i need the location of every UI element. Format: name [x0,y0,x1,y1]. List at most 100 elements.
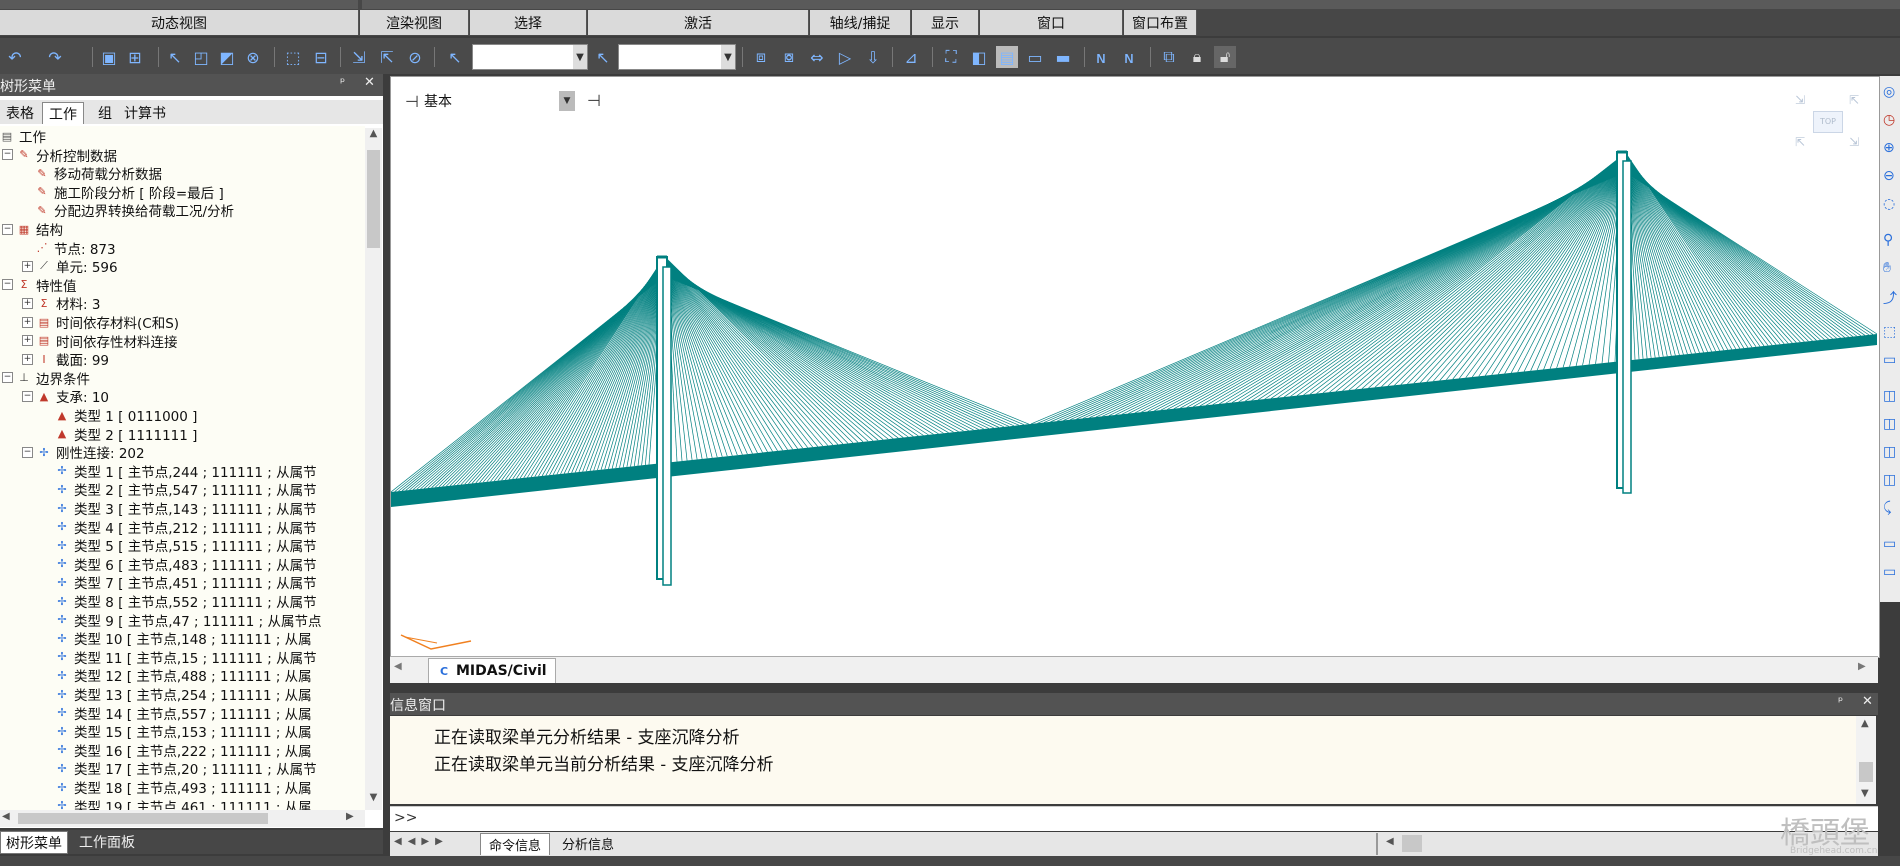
view-front-icon[interactable]: ⬚ [1883,324,1896,340]
tree-node[interactable]: ✎ 分配边界转换给荷载工况/分析 [22,201,234,221]
ribbon-group-window[interactable]: 窗口 [980,10,1123,35]
tree-horizontal-scrollbar[interactable]: ◀ ▶ [0,810,365,827]
tree-node[interactable]: ✢ 类型 6 [ 主节点,483 ; 111111 ; 从属节 [42,555,316,574]
tree-node[interactable]: + ⟋ 单元: 596 [22,257,118,276]
tree-node[interactable]: + ▤ 时间依存性材料连接 [22,332,178,351]
zoom-in-icon[interactable]: ⊕ [1883,140,1895,156]
scroll-right-icon[interactable]: ▶ [346,811,354,822]
scroll-down-icon[interactable]: ▼ [1861,788,1869,799]
tree-node[interactable]: ✢ 类型 15 [ 主节点,153 ; 111111 ; 从属 [42,722,311,742]
tree-node[interactable]: ✢ 类型 13 [ 主节点,254 ; 111111 ; 从属 [42,685,311,705]
ribbon-group-render-view[interactable]: 渲染视图 [360,10,469,35]
deselect-icon[interactable]: ⇲ [348,46,370,68]
tab-tables[interactable]: 表格 [0,102,40,123]
select-pointer-icon[interactable]: ↖ [164,46,186,68]
expand-icon[interactable]: + [22,260,33,272]
tree-node[interactable]: + ▤ 时间依存材料(C和S) [22,313,179,332]
close-icon[interactable]: ✕ [1862,694,1873,709]
tree-node[interactable]: − ▲ 支承: 10 [22,387,109,406]
pan-icon[interactable]: ✋︎ [1883,260,1891,276]
select-polygon-icon[interactable]: ◩ [216,46,238,68]
inactivate-icon[interactable]: ⧇ [778,46,800,68]
tab-command-info[interactable]: 命令信息 [480,833,551,855]
tree-node[interactable]: ✢ 类型 2 [ 主节点,547 ; 111111 ; 从属节 [42,480,316,500]
tree-node[interactable]: ✢ 类型 1 [ 主节点,244 ; 111111 ; 从属节 [42,462,316,481]
expand-icon[interactable]: + [22,297,33,309]
view-left-icon[interactable]: ◫ [1883,388,1896,404]
tab-work[interactable]: 工作 [42,102,84,124]
tree-node[interactable]: − Σ 特性值 [2,276,77,295]
ribbon-group-axis-snap[interactable]: 轴线/捕捉 [810,10,911,35]
axis-rotate-icon[interactable]: ⤹ [1883,500,1891,516]
splitter[interactable] [1376,833,1378,855]
tree-node[interactable]: ✢ 类型 8 [ 主节点,552 ; 111111 ; 从属节 [42,592,316,612]
zoom-fit-icon[interactable]: ◌ [1883,196,1895,212]
tab-tree-menu[interactable]: 树形菜单 [0,831,68,854]
collapse-icon[interactable]: − [2,223,13,235]
select-window-icon[interactable]: ▣ [98,46,120,68]
select-mode-icon[interactable]: ↖ [444,46,466,68]
tree-node[interactable]: ▲ 类型 1 [ 0111000 ] [42,406,198,426]
expand-icon[interactable]: + [22,353,33,365]
tree-node[interactable]: ✢ 类型 4 [ 主节点,212 ; 111111 ; 从属节 [42,518,316,537]
message-hscroll-thumb[interactable] [1402,835,1422,852]
chevron-down-icon[interactable]: ▼ [573,45,587,69]
view-previous-icon[interactable]: ▭ [1883,564,1896,580]
ribbon-group-window-layout[interactable]: 窗口布置 [1124,10,1197,35]
scroll-right-icon[interactable]: ▶ [1858,661,1866,672]
tree-node[interactable]: ✢ 类型 10 [ 主节点,148 ; 111111 ; 从属 [42,629,311,649]
undo-icon[interactable]: ↶ [4,46,26,68]
node-number-icon[interactable]: ɴ [1090,46,1112,68]
tree-node[interactable]: ✢ 类型 7 [ 主节点,451 ; 111111 ; 从属节 [42,573,316,593]
tab-work-panel[interactable]: 工作面板 [74,831,140,852]
tree-node[interactable]: − ⊥ 边界条件 [2,369,90,388]
scroll-up-icon[interactable]: ▲ [366,128,381,146]
tree-node[interactable]: − ✎ 分析控制数据 [2,146,117,165]
tab-group[interactable]: 组 [92,102,118,123]
tree-node[interactable]: ⋰ 节点: 873 [22,239,116,258]
unlock-icon[interactable]: 🔓︎ [1214,46,1236,68]
message-scroll-thumb[interactable] [1859,762,1873,782]
collapse-icon[interactable]: − [22,390,33,402]
collapse-icon[interactable]: − [22,446,33,458]
axis-icon[interactable]: ⤴ [1883,288,1897,308]
view-angle-icon[interactable]: ▭ [1883,536,1896,552]
tree-node[interactable]: ✢ 类型 11 [ 主节点,15 ; 111111 ; 从属节 [42,648,316,667]
display-option-icon[interactable]: ▬ [1052,46,1074,68]
expand-icon[interactable]: + [22,335,33,347]
tree-vertical-scrollbar[interactable]: ▲ ▼ [365,128,382,810]
tree-node[interactable]: − ▦ 结构 [2,220,63,239]
expand-icon[interactable]: + [22,316,33,328]
tree-node[interactable]: ✎ 施工阶段分析 [ 阶段=最后 ] [22,183,223,202]
tree-node[interactable]: + I 截面: 99 [22,350,109,369]
activate-mode-icon[interactable]: ↖ [592,46,614,68]
zoom-window-icon[interactable]: ◎ [1883,84,1895,100]
search-icon[interactable]: ⚲ [1883,232,1893,248]
zoom-out-icon[interactable]: ⊖ [1883,168,1895,184]
view-bottom-icon[interactable]: ◫ [1883,472,1896,488]
activation-combo[interactable]: ▼ [618,44,736,70]
activate-previous-icon[interactable]: ⇩ [862,46,884,68]
ribbon-group-activate[interactable]: 激活 [588,10,809,35]
ribbon-group-dynamic-view[interactable]: 动态视图 [0,10,359,35]
axis-icon[interactable]: ⊿ [900,46,922,68]
collapse-icon[interactable]: − [2,372,13,384]
select-box-icon[interactable]: ◰ [190,46,212,68]
tree-node[interactable]: ✢ 类型 9 [ 主节点,47 ; 111111 ; 从属节点 [42,611,321,630]
invert-activate-icon[interactable]: ▷ [834,46,856,68]
tree-node[interactable]: ✢ 类型 5 [ 主节点,515 ; 111111 ; 从属节 [42,536,316,556]
element-number-icon[interactable]: ɴ [1118,46,1140,68]
ribbon-group-display[interactable]: 显示 [912,10,979,35]
zoom-fit-icon[interactable]: ⛶ [940,46,962,68]
scroll-down-icon[interactable]: ▼ [366,792,381,810]
tree-node[interactable]: ✢ 类型 17 [ 主节点,20 ; 111111 ; 从属节 [42,759,316,779]
view-top-icon[interactable]: ▭ [1883,352,1896,368]
deselect-all-icon[interactable]: ⇱ [376,46,398,68]
tree-node[interactable]: ✢ 类型 18 [ 主节点,493 ; 111111 ; 从属 [42,778,311,798]
perspective-icon[interactable]: ◧ [968,46,990,68]
tree-node[interactable]: ✢ 类型 16 [ 主节点,222 ; 111111 ; 从属 [42,741,311,760]
scroll-left-icon[interactable]: ◀ [1386,836,1394,847]
tree-node[interactable]: ✢ 类型 12 [ 主节点,488 ; 111111 ; 从属 [42,666,311,686]
tree-node[interactable]: ▤ 工作 [0,127,46,147]
lock-icon[interactable]: 🔒︎ [1186,46,1208,68]
